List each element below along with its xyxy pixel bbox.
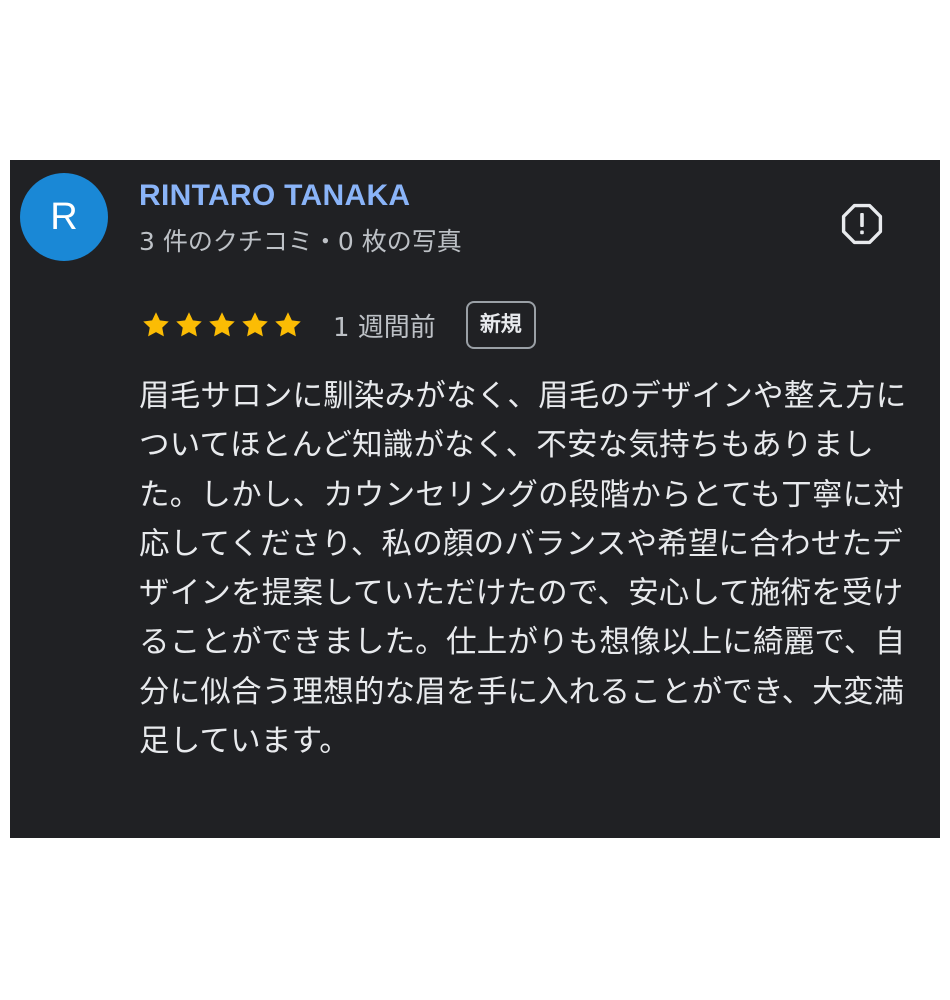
star-icon — [143, 312, 169, 337]
report-button[interactable] — [836, 198, 888, 250]
rating-row: 1 週間前 新規 — [141, 300, 536, 350]
avatar[interactable]: R — [20, 173, 108, 261]
reviewer-name[interactable]: RINTARO TANAKA — [139, 179, 410, 213]
star-icon — [176, 312, 202, 337]
report-icon — [841, 203, 883, 245]
review-card: R RINTARO TANAKA 3 件のクチコミ・0 枚の写真 1 週間前 新… — [10, 160, 940, 838]
star-rating — [141, 310, 303, 340]
reviewer-stats: 3 件のクチコミ・0 枚の写真 — [139, 227, 462, 256]
review-text: 眉毛サロンに馴染みがなく、眉毛のデザインや整え方についてほとんど知識がなく、不安… — [139, 379, 907, 760]
review-date: 1 週間前 — [333, 312, 436, 343]
star-icon — [242, 312, 268, 337]
new-badge: 新規 — [465, 301, 536, 349]
star-icon — [275, 312, 301, 337]
star-icon — [209, 312, 235, 337]
